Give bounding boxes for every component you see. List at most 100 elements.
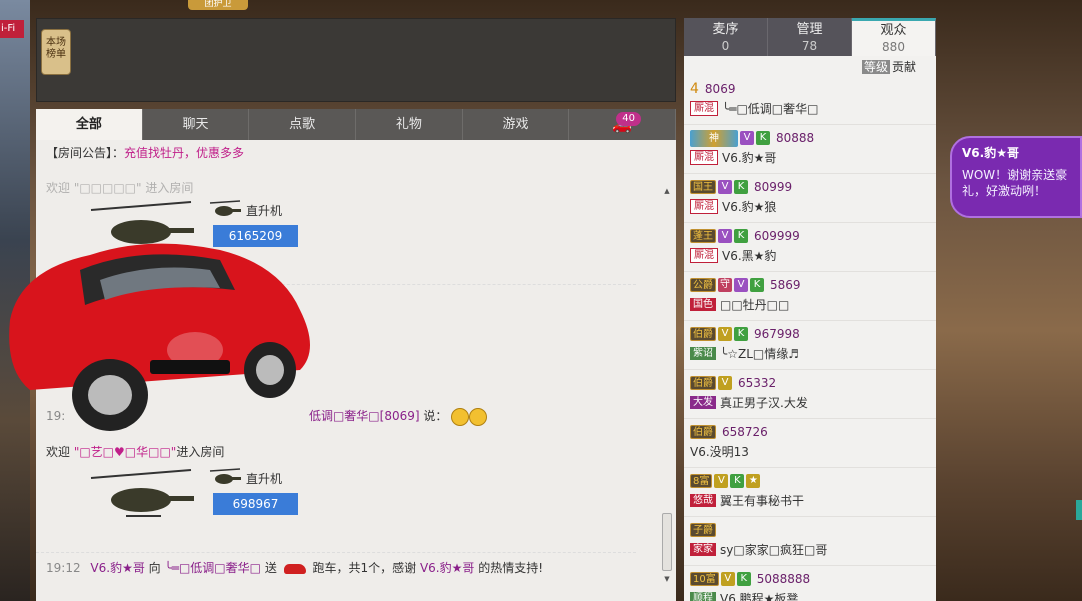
list-item[interactable]: 公爵守 V K 5869 国色 □□牡丹□□ — [684, 272, 936, 321]
scroll-thumb[interactable] — [662, 513, 672, 571]
list-item[interactable]: 伯爵 V 65332 大发 真正男子汉.大发 — [684, 370, 936, 419]
nickname: V6.没明13 — [690, 444, 749, 459]
welcome-suffix: 进入房间 — [176, 445, 225, 459]
list-item[interactable]: 伯爵 658726 V6.没明13 — [684, 419, 936, 468]
tab-car[interactable]: 🚗 40 — [569, 109, 677, 140]
tab-game[interactable]: 游戏 — [463, 109, 570, 140]
vip-icon: V — [740, 131, 754, 145]
nickname: 真正男子汉.大发 — [720, 395, 808, 410]
tab-song[interactable]: 点歌 — [249, 109, 357, 140]
rank-badge: 子爵 — [690, 523, 716, 537]
list-item[interactable]: 8富 V K ★ 悠哉 翼王有事秘书干 — [684, 468, 936, 517]
room-notice: 【房间公告】：充值找牡丹，优惠多多 — [36, 140, 676, 166]
user-id: 967998 — [754, 327, 800, 341]
rank-badge: 伯爵 — [690, 425, 716, 439]
tag: 厮混 — [690, 198, 718, 214]
gift-name: 直升机 — [246, 472, 283, 486]
guard-icon: 守 — [718, 278, 732, 292]
nickname: ╰═□低调□奢华□ — [722, 101, 819, 116]
tab-admins[interactable]: 管理 78 — [768, 18, 852, 56]
tag: 厮混 — [690, 100, 718, 116]
list-item[interactable]: 蓬王 V K 609999 厮混 V6.黑★豹 — [684, 223, 936, 272]
tab-audience[interactable]: 观众 880 — [852, 18, 936, 56]
welcome-user[interactable]: "□艺□♥□华□□" — [74, 445, 177, 459]
star-icon: ★ — [746, 474, 761, 488]
chat-tabs: 全部 聊天 点歌 礼物 游戏 🚗 40 — [36, 109, 677, 140]
tag: 国色 — [690, 297, 716, 311]
list-item[interactable]: 4 8069 厮混 ╰═□低调□奢华□ — [684, 76, 936, 125]
chat-scrollbar[interactable]: ▲ ▼ — [662, 187, 672, 585]
vip-gold-icon: V — [714, 474, 729, 488]
user-id: 5088888 — [756, 572, 811, 586]
audience-list: 4 8069 厮混 ╰═□低调□奢华□ 神 V K 80888 厮混 V6.豹★哥 国王 V K… — [684, 76, 936, 601]
list-item[interactable]: 10富 V K 5088888 顺程 V6.鹏程★板凳 — [684, 566, 936, 601]
side-handle[interactable] — [1076, 500, 1082, 520]
k-icon: K — [734, 180, 748, 194]
tab-all[interactable]: 全部 — [36, 109, 143, 140]
gift-desc: 跑车，共1个，感谢 — [312, 561, 417, 575]
rank-badge: 8富 — [690, 474, 713, 488]
tag: 顺程 — [690, 591, 716, 601]
k-icon: K — [750, 278, 764, 292]
bubble-text: WOW！谢谢亲送豪礼，好激动咧！ — [962, 168, 1068, 198]
tab-chat[interactable]: 聊天 — [143, 109, 250, 140]
vip-icon: V — [718, 180, 732, 194]
vip-icon: V — [734, 278, 748, 292]
scroll-down-icon[interactable]: ▼ — [662, 575, 672, 585]
tag: 厮混 — [690, 247, 718, 263]
verb-send: 送 — [264, 561, 277, 575]
rank-badge: 伯爵 — [690, 327, 716, 341]
chat-bubble: V6.豹★哥 WOW！谢谢亲送豪礼，好激动咧！ — [950, 136, 1082, 218]
rank-badge: 10富 — [690, 572, 719, 586]
gift-send-message: 19:12 V6.豹★哥 向 ╰═□低调□奢华□ 送 跑车，共1个，感谢 V6.… — [46, 559, 543, 576]
mic-queue-count: 0 — [721, 39, 730, 53]
nickname: V6.鹏程★板凳 — [720, 591, 799, 601]
vip-gold-icon: V — [718, 376, 732, 390]
list-item[interactable]: 子爵 家家 sy□家家□疯狂□哥 — [684, 517, 936, 566]
k-icon: K — [734, 327, 748, 341]
laugh-emoji-icon — [451, 407, 470, 426]
nickname: 翼王有事秘书干 — [720, 493, 805, 508]
rank-board-tag[interactable]: 本场 榜单 — [41, 29, 71, 75]
audience-tabs: 麦序 0 管理 78 观众 880 — [684, 18, 936, 56]
car-count-badge: 40 — [616, 112, 642, 126]
list-item[interactable]: 神 V K 80888 厮混 V6.豹★哥 — [684, 125, 936, 174]
tag: 紫诏 — [690, 346, 716, 360]
nickname: V6.豹★狼 — [722, 199, 777, 214]
list-item[interactable]: 伯爵 V K 967998 紫诏 ╰☆ZL□情缘♬ — [684, 321, 936, 370]
gift-count: 698967 — [213, 493, 298, 515]
admins-count: 78 — [801, 39, 818, 53]
cut-message: 欢迎 "□□□□□" 进入房间 — [46, 181, 194, 195]
guard-tab[interactable]: 团护卫 — [188, 0, 248, 10]
user-id: 8069 — [704, 82, 736, 96]
tag: 厮混 — [690, 149, 718, 165]
nickname: sy□家家□疯狂□哥 — [720, 542, 828, 557]
list-item[interactable]: 国王 V K 80999 厮混 V6.豹★狼 — [684, 174, 936, 223]
rank-badge: 神 — [690, 129, 738, 147]
sort-by-contribution[interactable]: 贡献 — [890, 60, 918, 74]
sports-car-animation — [9, 243, 311, 431]
vip-gold-icon: V — [718, 327, 732, 341]
thanks-user[interactable]: V6.豹★哥 — [420, 561, 474, 575]
target-user[interactable]: ╰═□低调□奢华□ — [165, 561, 261, 575]
audience-panel: 麦序 0 管理 78 观众 880 等级 贡献 4 8069 厮混 ╰═□低调□奢华□ 神V… — [684, 18, 936, 601]
bubble-name: V6.豹★哥 — [962, 146, 1019, 160]
verb-to: 向 — [148, 561, 161, 575]
user-id: 5869 — [770, 278, 801, 292]
nickname: □□牡丹□□ — [720, 297, 790, 312]
sender-user[interactable]: V6.豹★哥 — [90, 561, 144, 575]
scroll-up-icon[interactable]: ▲ — [662, 187, 672, 197]
thanks-tail: 的热情支持! — [478, 561, 544, 575]
tab-mic-queue[interactable]: 麦序 0 — [684, 18, 768, 56]
sort-by-level[interactable]: 等级 — [861, 60, 890, 74]
helicopter-icon — [209, 468, 241, 484]
nickname: V6.豹★哥 — [722, 150, 777, 165]
k-icon: K — [756, 131, 770, 145]
rank-badge: 伯爵 — [690, 376, 716, 390]
hifi-tag[interactable]: i-Fi — [0, 20, 24, 38]
tab-gift[interactable]: 礼物 — [356, 109, 463, 140]
user-id: 80888 — [776, 131, 815, 145]
rank-badge: 蓬王 — [690, 229, 716, 243]
nickname: ╰☆ZL□情缘♬ — [720, 346, 799, 361]
vip-gold-icon: V — [720, 572, 735, 586]
